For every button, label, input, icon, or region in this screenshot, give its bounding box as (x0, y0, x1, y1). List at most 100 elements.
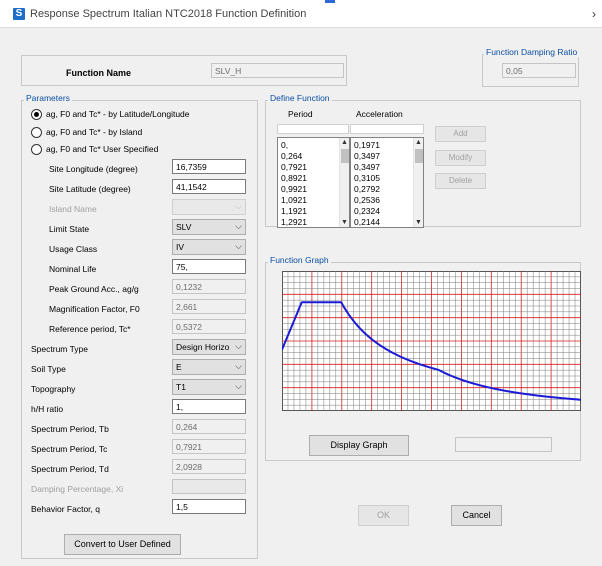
site-longitude-label: Site Longitude (degree) (49, 164, 138, 174)
limit-state-value: SLV (176, 222, 192, 232)
damping-ratio-field[interactable]: 0,05 (502, 63, 576, 78)
list-item[interactable]: 0,1971 (354, 140, 380, 150)
list-item[interactable]: 0,264 (281, 151, 302, 161)
usage-class-select[interactable]: IV ⌵ (172, 239, 246, 255)
soil-type-value: E (176, 362, 182, 372)
acceleration-listbox[interactable]: 0,1971 0,3497 0,3497 0,3105 0,2792 0,253… (350, 137, 424, 228)
dialog-client-area: Function Name SLV_H Function Damping Rat… (0, 28, 602, 566)
parameters-title: Parameters (24, 93, 72, 103)
spectrum-tb-field: 0,264 (172, 419, 246, 434)
reference-period-field: 0,5372 (172, 319, 246, 334)
spectrum-type-label: Spectrum Type (31, 344, 89, 354)
radio-button[interactable] (31, 144, 42, 155)
spectrum-type-value: Design Horizo (176, 342, 230, 352)
acceleration-entry-input[interactable] (350, 124, 424, 134)
magnification-factor-label: Magnification Factor, F0 (49, 304, 140, 314)
modify-button[interactable]: Modify (435, 150, 486, 166)
limit-state-select[interactable]: SLV ⌵ (172, 219, 246, 235)
scroll-thumb[interactable] (341, 149, 349, 163)
period-column-header: Period (288, 109, 313, 119)
damping-percentage-label: Damping Percentage, Xi (31, 484, 124, 494)
nominal-life-label: Nominal Life (49, 264, 97, 274)
chevron-down-icon: ⌵ (235, 201, 242, 211)
convert-to-user-defined-button[interactable]: Convert to User Defined (64, 534, 181, 555)
radio-button[interactable] (31, 127, 42, 138)
scroll-up-icon[interactable]: ▲ (415, 139, 422, 146)
scroll-thumb[interactable] (415, 149, 423, 163)
list-item[interactable]: 0,8921 (281, 173, 307, 183)
island-name-label: Island Name (49, 204, 97, 214)
period-scrollbar[interactable]: ▲ ▼ (339, 138, 349, 227)
peak-ground-acc-label: Peak Ground Acc., ag/g (49, 284, 139, 294)
cancel-button[interactable]: Cancel (451, 505, 502, 526)
list-item[interactable]: 1,1921 (281, 206, 307, 216)
spectrum-tc-label: Spectrum Period, Tc (31, 444, 108, 454)
ok-button[interactable]: OK (358, 505, 409, 526)
graph-status-field (455, 437, 552, 452)
function-name-label: Function Name (66, 68, 132, 78)
list-item[interactable]: 0,3105 (354, 173, 380, 183)
site-longitude-input[interactable]: 16,7359 (172, 159, 246, 174)
site-latitude-input[interactable]: 41,1542 (172, 179, 246, 194)
acceleration-column-header: Acceleration (356, 109, 403, 119)
list-item[interactable]: 0,2792 (354, 184, 380, 194)
title-accent-bar (325, 0, 335, 3)
topography-select[interactable]: T1 ⌵ (172, 379, 246, 395)
define-function-title: Define Function (268, 93, 332, 103)
hh-ratio-label: h/H ratio (31, 404, 64, 414)
nominal-life-input[interactable]: 75, (172, 259, 246, 274)
behavior-factor-input[interactable]: 1,5 (172, 499, 246, 514)
radio-button-selected[interactable] (31, 109, 42, 120)
limit-state-label: Limit State (49, 224, 90, 234)
soil-type-select[interactable]: E ⌵ (172, 359, 246, 375)
chevron-down-icon: ⌵ (235, 221, 242, 231)
list-item[interactable]: 0,7921 (281, 162, 307, 172)
usage-class-value: IV (176, 242, 185, 252)
hh-ratio-input[interactable]: 1, (172, 399, 246, 414)
magnification-factor-field: 2,661 (172, 299, 246, 314)
list-item[interactable]: 0,2144 (354, 217, 380, 227)
list-item[interactable]: 1,0921 (281, 195, 307, 205)
app-icon: S (13, 8, 25, 20)
spectrum-tb-label: Spectrum Period, Tb (31, 424, 109, 434)
radio-label: ag, F0 and Tc* User Specified (46, 144, 159, 154)
spectrum-td-label: Spectrum Period, Td (31, 464, 109, 474)
reference-period-label: Reference period, Tc* (49, 324, 131, 334)
chevron-down-icon: ⌵ (235, 241, 242, 251)
scroll-down-icon[interactable]: ▼ (341, 219, 348, 226)
island-name-select[interactable]: ⌵ (172, 199, 246, 215)
scroll-down-icon[interactable]: ▼ (415, 219, 422, 226)
list-item[interactable]: 0, (281, 140, 288, 150)
title-bar: S Response Spectrum Italian NTC2018 Func… (0, 0, 602, 28)
scroll-up-icon[interactable]: ▲ (341, 139, 348, 146)
spectrum-tc-field: 0,7921 (172, 439, 246, 454)
list-item[interactable]: 0,3497 (354, 162, 380, 172)
spectrum-type-select[interactable]: Design Horizo ⌵ (172, 339, 246, 355)
list-item[interactable]: 0,2536 (354, 195, 380, 205)
delete-button[interactable]: Delete (435, 173, 486, 189)
period-listbox[interactable]: 0, 0,264 0,7921 0,8921 0,9921 1,0921 1,1… (277, 137, 350, 228)
close-icon[interactable]: › (592, 7, 596, 21)
list-item[interactable]: 0,2324 (354, 206, 380, 216)
topography-value: T1 (176, 382, 186, 392)
list-item[interactable]: 0,9921 (281, 184, 307, 194)
chevron-down-icon: ⌵ (235, 341, 242, 351)
chevron-down-icon: ⌵ (235, 361, 242, 371)
damping-percentage-input[interactable] (172, 479, 246, 494)
add-button[interactable]: Add (435, 126, 486, 142)
site-latitude-label: Site Latitude (degree) (49, 184, 131, 194)
chevron-down-icon: ⌵ (235, 381, 242, 391)
behavior-factor-label: Behavior Factor, q (31, 504, 100, 514)
function-name-field[interactable]: SLV_H (211, 63, 344, 78)
peak-ground-acc-field: 0,1232 (172, 279, 246, 294)
window-title: Response Spectrum Italian NTC2018 Functi… (30, 8, 307, 20)
period-entry-input[interactable] (277, 124, 349, 134)
radio-label: ag, F0 and Tc* - by Island (46, 127, 143, 137)
function-graph-title: Function Graph (268, 255, 331, 265)
acceleration-scrollbar[interactable]: ▲ ▼ (413, 138, 423, 227)
list-item[interactable]: 0,3497 (354, 151, 380, 161)
display-graph-button[interactable]: Display Graph (309, 435, 409, 456)
radio-label: ag, F0 and Tc* - by Latitude/Longitude (46, 109, 190, 119)
topography-label: Topography (31, 384, 76, 394)
list-item[interactable]: 1,2921 (281, 217, 307, 227)
